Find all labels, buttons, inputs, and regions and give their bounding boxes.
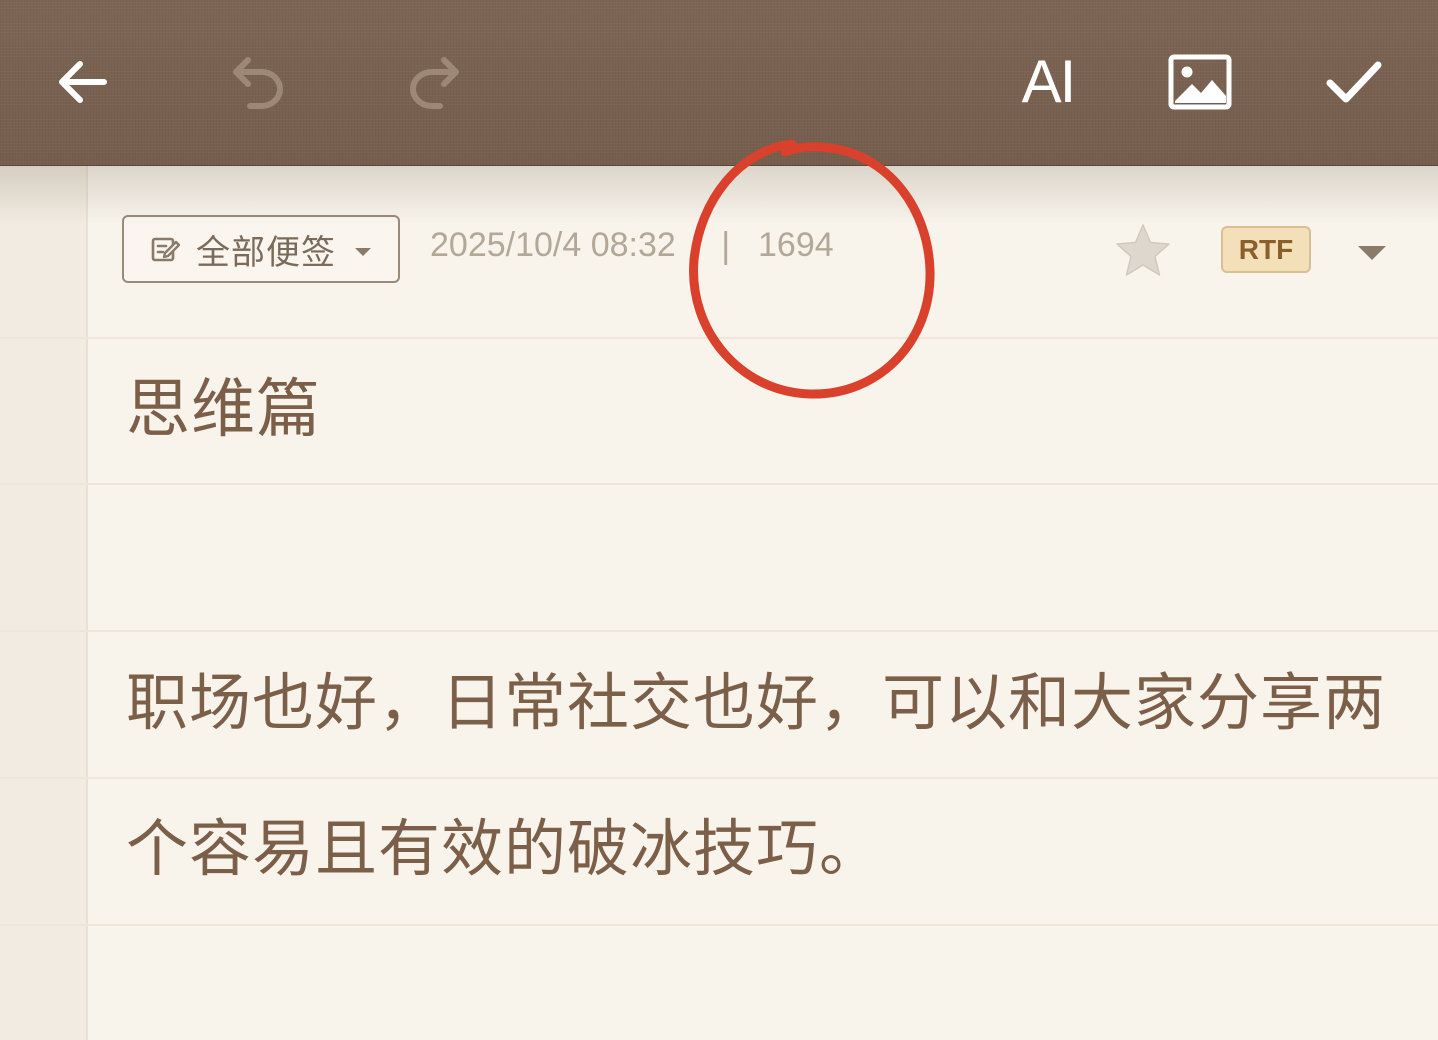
folder-label: 全部便签 <box>196 232 336 273</box>
star-icon[interactable] <box>1114 222 1172 280</box>
annotation-circle <box>689 139 935 399</box>
arrow-left-icon <box>59 61 107 103</box>
ai-label: AI <box>1021 48 1077 115</box>
chevron-down-icon[interactable] <box>1352 238 1392 268</box>
insert-image-button[interactable] <box>1158 40 1242 124</box>
paper-margin <box>0 165 88 1040</box>
ai-button[interactable]: AI <box>1006 40 1090 124</box>
top-toolbar: AI <box>0 0 1438 166</box>
undo-icon <box>233 57 284 109</box>
redo-icon <box>409 57 459 109</box>
paper-rule <box>0 483 1438 485</box>
paper-rule <box>0 337 1438 339</box>
paper-rule <box>0 777 1438 779</box>
caret-down-icon <box>355 248 371 256</box>
character-count: 1694 <box>758 226 834 264</box>
image-icon <box>1168 54 1232 110</box>
note-body-line[interactable]: 职场也好，日常社交也好，可以和大家分享两 <box>126 672 1386 734</box>
paper-rule <box>0 924 1438 926</box>
note-editor-screen: AI 全部便签 2025/10/4 08:32 | 1694 RTF 思维篇 职… <box>0 0 1438 1040</box>
check-icon <box>1326 61 1382 103</box>
note-body-line[interactable]: 个容易且有效的破冰技巧。 <box>126 818 882 880</box>
note-date: 2025/10/4 08:32 <box>430 226 676 264</box>
format-badge[interactable]: RTF <box>1221 226 1311 273</box>
folder-dropdown[interactable]: 全部便签 <box>122 215 400 283</box>
note-title[interactable]: 思维篇 <box>126 378 321 442</box>
redo-button[interactable] <box>392 40 476 124</box>
confirm-button[interactable] <box>1312 40 1396 124</box>
edit-note-icon <box>150 234 180 264</box>
meta-separator: | <box>720 226 732 266</box>
undo-button[interactable] <box>216 40 300 124</box>
paper-rule <box>0 630 1438 632</box>
back-button[interactable] <box>40 40 124 124</box>
